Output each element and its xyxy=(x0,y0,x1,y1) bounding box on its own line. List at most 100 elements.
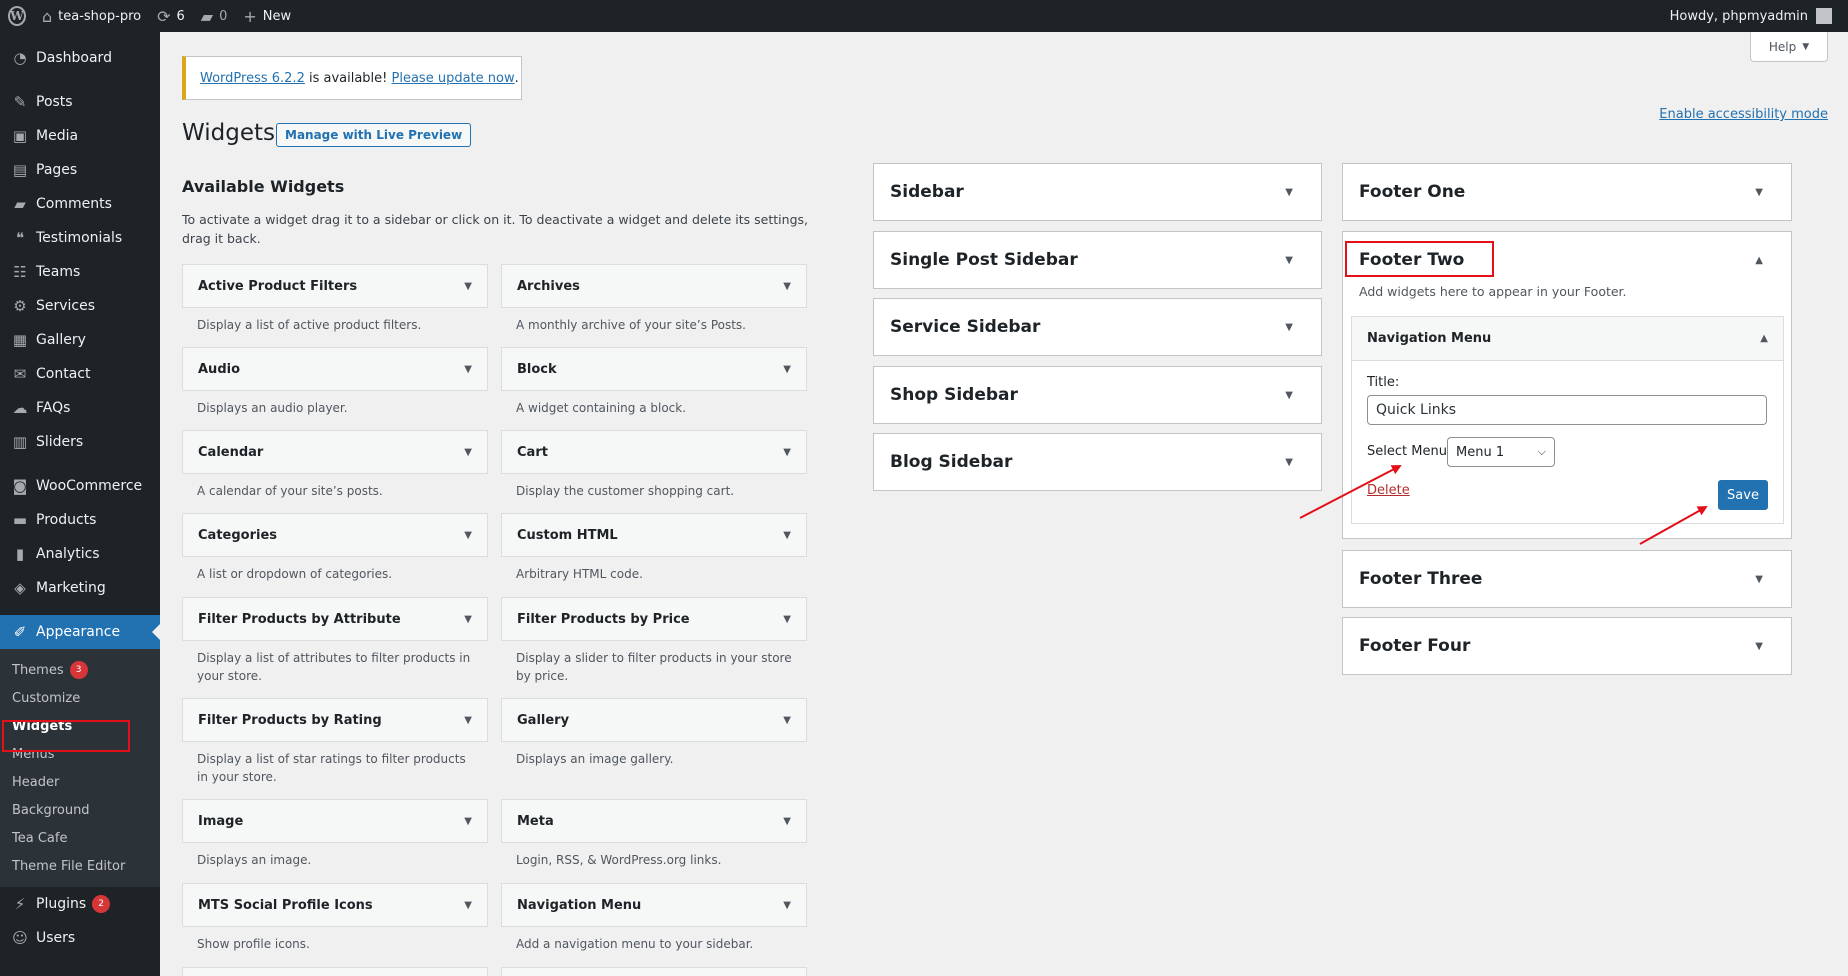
wordpress-logo-button[interactable]: W xyxy=(0,0,34,32)
email-icon: ✉ xyxy=(13,365,27,383)
enable-accessibility-link[interactable]: Enable accessibility mode xyxy=(1659,107,1828,122)
sidebar-area-service[interactable]: Service Sidebar ▼ xyxy=(873,298,1322,356)
caret-down-icon: ▼ xyxy=(1285,456,1293,468)
widget-meta[interactable]: Meta ▼ Login, RSS, & WordPress.org links. xyxy=(501,799,807,869)
delete-widget-link[interactable]: Delete xyxy=(1367,483,1410,498)
title-input[interactable] xyxy=(1367,395,1767,425)
widget-image[interactable]: Image ▼ Displays an image. xyxy=(182,799,488,869)
sidebar-area-single-post[interactable]: Single Post Sidebar ▼ xyxy=(873,231,1322,289)
admin-sidebar: ◔ Dashboard ✎ Posts ▣ Media ▤ Pages ▰ Comment… xyxy=(0,32,160,976)
sidebar-item-testimonials[interactable]: ❝ Testimonials xyxy=(0,221,160,255)
widget-navigation-menu[interactable]: Navigation Menu ▼ Add a navigation menu to… xyxy=(501,883,807,953)
update-now-link[interactable]: Please update now xyxy=(392,71,515,86)
sidebar-item-faqs[interactable]: ☁ FAQs xyxy=(0,391,160,425)
wordpress-version-link[interactable]: WordPress 6.2.2 xyxy=(200,71,305,86)
submenu-item-menus[interactable]: Menus xyxy=(0,740,160,768)
sidebar-item-dashboard[interactable]: ◔ Dashboard xyxy=(0,41,160,75)
widget-gallery[interactable]: Gallery ▼ Displays an image gallery. xyxy=(501,698,807,768)
caret-down-icon: ▼ xyxy=(783,815,791,827)
caret-down-icon: ▼ xyxy=(1285,186,1293,198)
sidebar-item-gallery[interactable]: ▦ Gallery xyxy=(0,323,160,357)
brush-icon: ✐ xyxy=(13,623,27,641)
chart-icon: ▮ xyxy=(15,545,25,563)
widget-cart[interactable]: Cart ▼ Display the customer shopping cart. xyxy=(501,430,807,500)
caret-down-icon: ▼ xyxy=(1755,186,1763,198)
widget-block[interactable]: Block ▼ A widget containing a block. xyxy=(501,347,807,417)
widget-filter-products-by-attribute[interactable]: Filter Products by Attribute ▼ Display a l… xyxy=(182,597,488,685)
sidebar-item-teams[interactable]: ☷ Teams xyxy=(0,255,160,289)
submenu-item-theme-file-editor[interactable]: Theme File Editor xyxy=(0,852,160,880)
sidebar-area-footer-two[interactable]: Footer Two ▲ Add widgets here to appear i… xyxy=(1342,231,1792,539)
sidebar-item-media[interactable]: ▣ Media xyxy=(0,119,160,153)
sidebar-item-users[interactable]: ☺ Users xyxy=(0,921,160,955)
sidebar-area-blog[interactable]: Blog Sidebar ▼ xyxy=(873,433,1322,491)
sidebar-area-sidebar[interactable]: Sidebar ▼ xyxy=(873,163,1322,221)
widget-custom-html[interactable]: Custom HTML ▼ Arbitrary HTML code. xyxy=(501,513,807,583)
select-menu-label: Select Menu: xyxy=(1367,444,1452,459)
widget-audio[interactable]: Audio ▼ Displays an audio player. xyxy=(182,347,488,417)
widget-next-left[interactable] xyxy=(182,967,488,976)
sidebar-item-plugins[interactable]: ⚡ Plugins 2 xyxy=(0,887,160,921)
site-name-link[interactable]: ⌂ tea-shop-pro xyxy=(34,0,149,32)
notice-text: is available! xyxy=(304,70,392,86)
select-menu-dropdown[interactable]: Menu 1 ⌵ xyxy=(1447,437,1555,467)
megaphone-icon: ◈ xyxy=(14,579,26,597)
caret-down-icon: ▼ xyxy=(1285,389,1293,401)
sidebar-item-woocommerce[interactable]: ◙ WooCommerce xyxy=(0,469,160,503)
avatar xyxy=(1816,8,1832,24)
caret-down-icon: ▼ xyxy=(464,363,472,375)
plugins-update-badge: 2 xyxy=(92,895,111,913)
wordpress-logo-icon: W xyxy=(8,6,26,26)
plus-icon: + xyxy=(243,6,257,26)
main-content: WordPress 6.2.2 is available! Please upd… xyxy=(160,32,1848,976)
media-icon: ▣ xyxy=(12,127,28,145)
caret-down-icon: ▼ xyxy=(464,714,472,726)
submenu-item-tea-cafe[interactable]: Tea Cafe xyxy=(0,824,160,852)
caret-down-icon: ▼ xyxy=(783,899,791,911)
sidebar-item-sliders[interactable]: ▥ Sliders xyxy=(0,425,160,459)
sidebar-item-contact[interactable]: ✉ Contact xyxy=(0,357,160,391)
sidebar-item-comments[interactable]: ▰ Comments xyxy=(0,187,160,221)
updates-link[interactable]: ⟳ 6 xyxy=(149,0,193,32)
sidebar-item-posts[interactable]: ✎ Posts xyxy=(0,85,160,119)
submenu-item-themes[interactable]: Themes 3 xyxy=(0,656,160,684)
sidebar-item-analytics[interactable]: ▮ Analytics xyxy=(0,537,160,571)
my-account-link[interactable]: Howdy, phpmyadmin xyxy=(1662,0,1840,32)
caret-down-icon: ▼ xyxy=(1285,321,1293,333)
sidebar-area-footer-four[interactable]: Footer Four ▼ xyxy=(1342,617,1792,675)
widget-mts-social-profile-icons[interactable]: MTS Social Profile Icons ▼ Show profile ic… xyxy=(182,883,488,953)
caret-down-icon: ▼ xyxy=(464,280,472,292)
sidebar-area-shop[interactable]: Shop Sidebar ▼ xyxy=(873,366,1322,424)
caret-down-icon: ▼ xyxy=(783,613,791,625)
sidebar-area-footer-one[interactable]: Footer One ▼ xyxy=(1342,163,1792,221)
widget-next-right[interactable] xyxy=(501,967,807,976)
navigation-menu-widget-header[interactable]: Navigation Menu ▲ xyxy=(1352,317,1783,361)
footer-two-title: Footer Two xyxy=(1359,250,1465,270)
widget-archives[interactable]: Archives ▼ A monthly archive of your site’… xyxy=(501,264,807,334)
comments-link[interactable]: ▰ 0 xyxy=(193,0,236,32)
save-button[interactable]: Save xyxy=(1718,480,1768,510)
sidebar-item-pages[interactable]: ▤ Pages xyxy=(0,153,160,187)
caret-down-icon: ▼ xyxy=(783,446,791,458)
new-content-link[interactable]: + New xyxy=(235,0,299,32)
widget-filter-products-by-price[interactable]: Filter Products by Price ▼ Display a slide… xyxy=(501,597,807,685)
sidebar-area-footer-three[interactable]: Footer Three ▼ xyxy=(1342,550,1792,608)
submenu-item-widgets[interactable]: Widgets xyxy=(0,712,160,740)
sidebar-item-services[interactable]: ⚙ Services xyxy=(0,289,160,323)
sidebar-item-marketing[interactable]: ◈ Marketing xyxy=(0,571,160,605)
title-label: Title: xyxy=(1367,375,1400,390)
submenu-item-customize[interactable]: Customize xyxy=(0,684,160,712)
page-icon: ▤ xyxy=(12,161,28,179)
widget-active-product-filters[interactable]: Active Product Filters ▼ Display a list of… xyxy=(182,264,488,334)
live-preview-button[interactable]: Manage with Live Preview xyxy=(276,123,472,147)
sidebar-item-products[interactable]: ▬ Products xyxy=(0,503,160,537)
sidebar-item-appearance[interactable]: ✐ Appearance xyxy=(0,615,160,649)
widget-categories[interactable]: Categories ▼ A list or dropdown of categor… xyxy=(182,513,488,583)
submenu-item-header[interactable]: Header xyxy=(0,768,160,796)
caret-down-icon: ▼ xyxy=(783,363,791,375)
widget-calendar[interactable]: Calendar ▼ A calendar of your site’s posts… xyxy=(182,430,488,500)
submenu-item-background[interactable]: Background xyxy=(0,796,160,824)
help-button[interactable]: Help ▼ xyxy=(1750,32,1828,62)
admin-bar: W ⌂ tea-shop-pro ⟳ 6 ▰ 0 + New Howdy, ph… xyxy=(0,0,1848,32)
widget-filter-products-by-rating[interactable]: Filter Products by Rating ▼ Display a list… xyxy=(182,698,488,786)
